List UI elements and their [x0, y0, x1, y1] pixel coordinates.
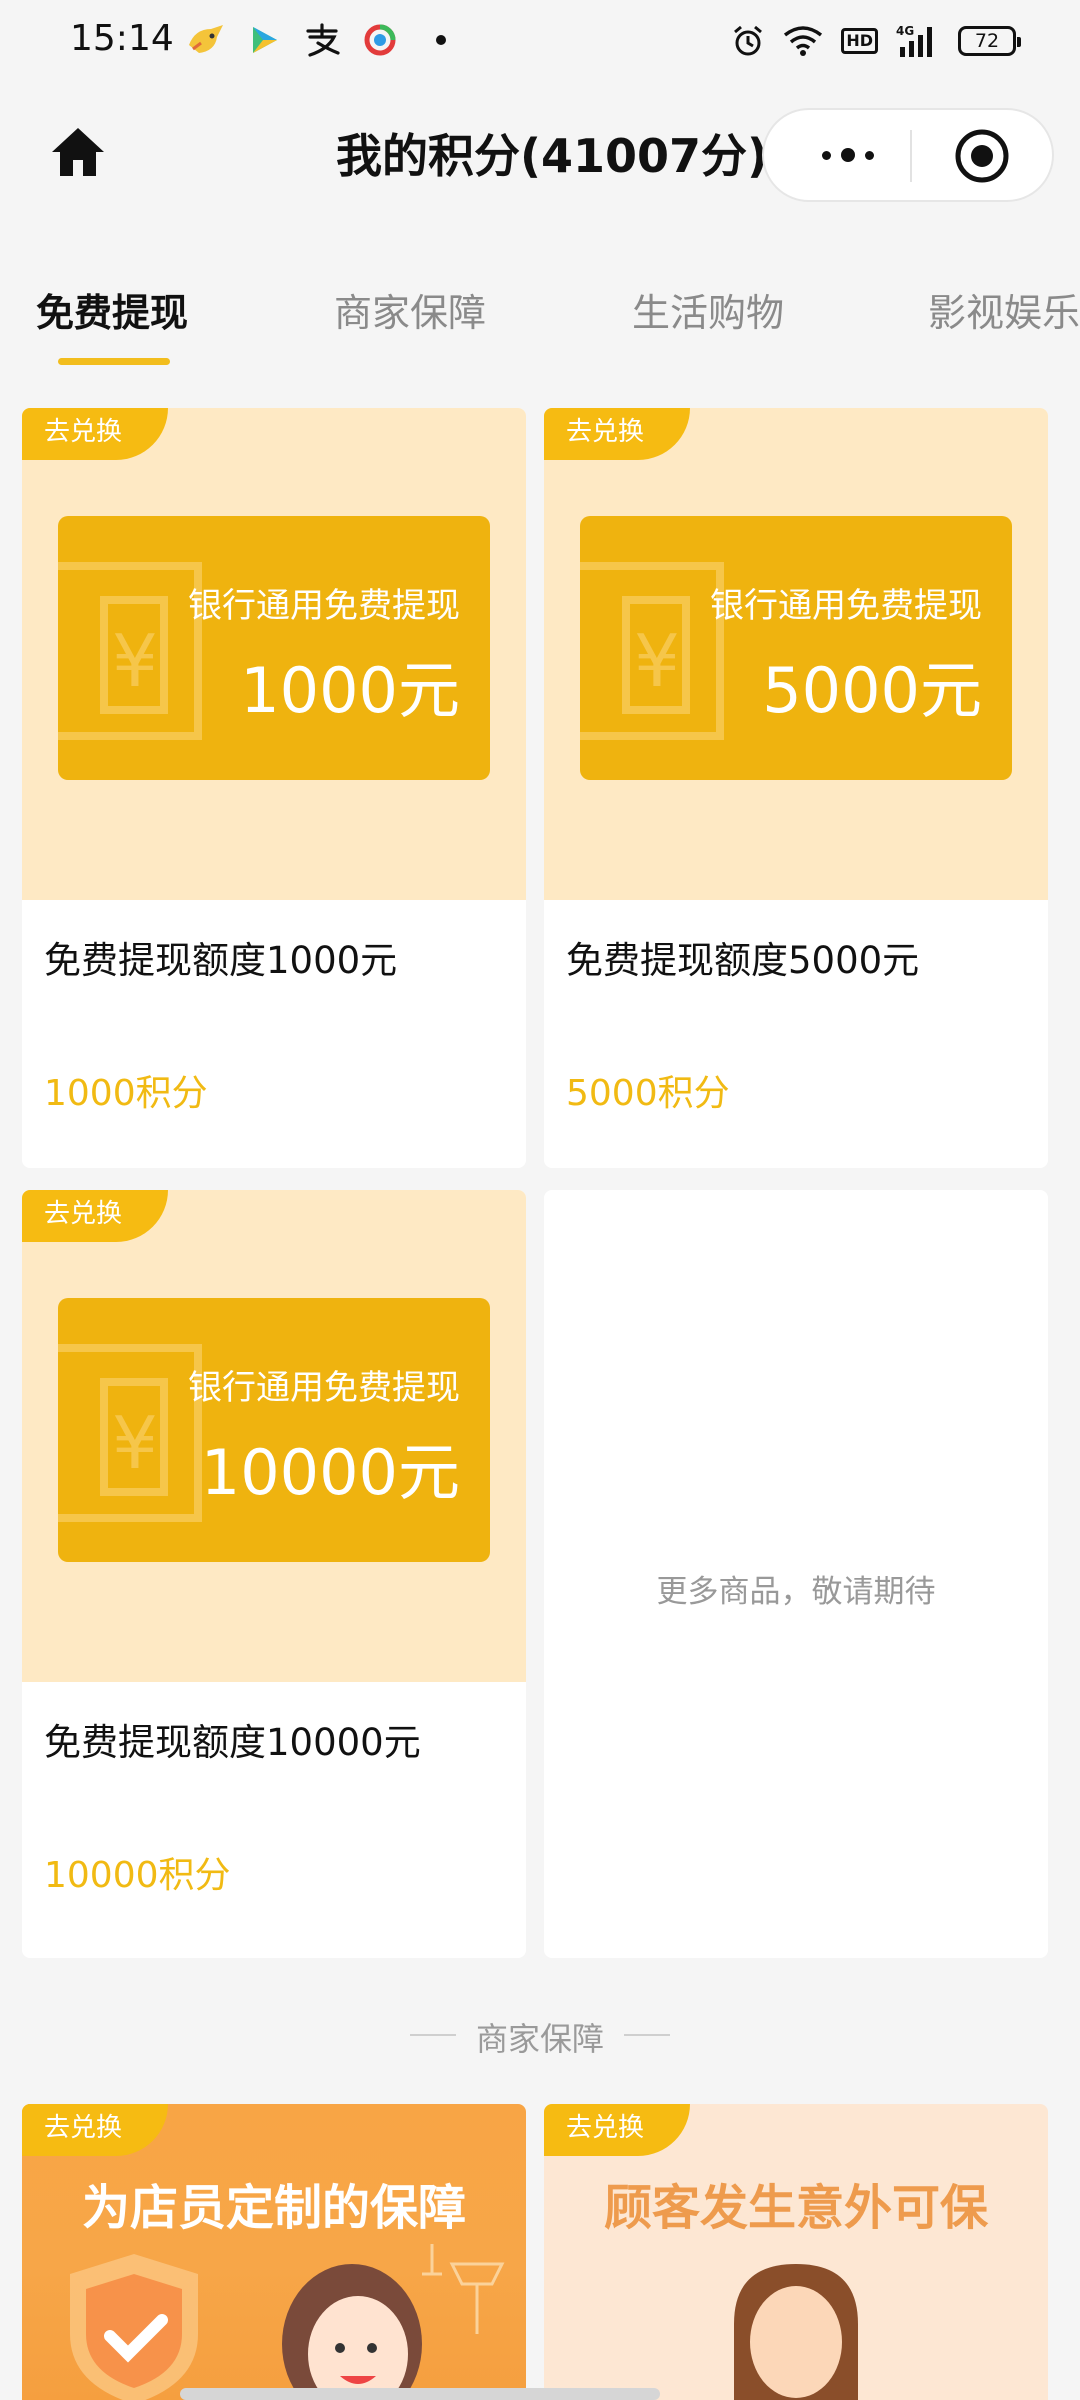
tab-film-entertainment[interactable]: 影视娱乐	[928, 282, 1080, 337]
voucher-amount: 10000元	[200, 1436, 460, 1509]
more-options-button[interactable]	[808, 110, 888, 200]
hd-icon: HD	[841, 22, 878, 60]
coming-soon-card: 更多商品，敬请期待	[544, 1190, 1048, 1958]
guarantee-card-customer[interactable]: 去兑换 顾客发生意外可保	[544, 2104, 1048, 2400]
status-indicators: HD 4G 72	[731, 22, 1021, 60]
withdrawal-voucher: ¥ 银行通用免费提现 5000元	[580, 516, 1012, 780]
svg-text:¥: ¥	[634, 619, 680, 703]
battery-icon: 72	[958, 22, 1021, 60]
section-header-merchant-guarantee: 商家保障	[0, 2010, 1080, 2060]
coming-soon-text: 更多商品，敬请期待	[656, 1574, 936, 1610]
tab-free-withdrawal[interactable]: 免费提现	[36, 282, 188, 337]
svg-text:¥: ¥	[112, 1401, 158, 1485]
notification-dot-icon	[436, 35, 446, 45]
home-indicator-bar[interactable]	[180, 2388, 660, 2400]
withdrawal-voucher: ¥ 银行通用免费提现 1000元	[58, 516, 490, 780]
tab-life-shopping[interactable]: 生活购物	[632, 282, 784, 337]
cellular-signal-icon: 4G	[896, 22, 940, 60]
yuan-bill-icon: ¥	[58, 1344, 202, 1522]
voucher-title: 银行通用免费提现	[188, 1368, 460, 1408]
target-circle-icon	[955, 129, 1009, 183]
product-image: 去兑换 ¥ 银行通用免费提现 1000元	[22, 408, 526, 900]
product-name: 免费提现额度10000元	[44, 1721, 421, 1764]
woman-avatar-icon	[282, 2264, 422, 2400]
product-image: 去兑换 ¥ 银行通用免费提现 10000元	[22, 1190, 526, 1682]
product-card-10000[interactable]: 去兑换 ¥ 银行通用免费提现 10000元 免费提现额度10000元 10000…	[22, 1190, 526, 1958]
status-time: 15:14	[70, 18, 174, 59]
capsule-divider	[910, 130, 912, 182]
withdrawal-voucher: ¥ 银行通用免费提现 10000元	[58, 1298, 490, 1562]
tab-merchant-guarantee[interactable]: 商家保障	[334, 282, 486, 337]
yuan-bill-icon: ¥	[58, 562, 202, 740]
voucher-amount: 5000元	[762, 654, 982, 727]
active-tab-indicator	[58, 358, 170, 365]
guarantee-card-staff[interactable]: 去兑换 为店员定制的保障	[22, 2104, 526, 2400]
product-price: 1000积分	[44, 1073, 208, 1114]
product-card-5000[interactable]: 去兑换 ¥ 银行通用免费提现 5000元 免费提现额度5000元 5000积分	[544, 408, 1048, 1168]
product-name: 免费提现额度5000元	[566, 939, 920, 982]
redeem-tag[interactable]: 去兑换	[22, 2104, 168, 2156]
staff-guarantee-illustration	[70, 2244, 505, 2400]
mini-program-capsule	[762, 108, 1054, 202]
product-image: 去兑换 ¥ 银行通用免费提现 5000元	[544, 408, 1048, 900]
customer-guarantee-illustration	[734, 2264, 858, 2400]
svg-text:¥: ¥	[112, 619, 158, 703]
status-app-icons	[186, 22, 446, 58]
page-title: 我的积分(41007分)	[336, 129, 769, 183]
product-price: 5000积分	[566, 1073, 730, 1114]
more-dots-icon	[822, 150, 831, 160]
product-price: 10000积分	[44, 1855, 231, 1896]
close-mini-program-button[interactable]	[952, 126, 1012, 186]
voucher-title: 银行通用免费提现	[710, 586, 982, 626]
category-tabs: 免费提现 商家保障 生活购物 影视娱乐	[0, 270, 1080, 370]
redeem-tag[interactable]: 去兑换	[22, 1190, 168, 1242]
person-avatar-icon	[734, 2264, 858, 2400]
divider-line-right	[624, 2034, 670, 2036]
redeem-tag[interactable]: 去兑换	[22, 408, 168, 460]
redeem-tag[interactable]: 去兑换	[544, 2104, 690, 2156]
yellow-bird-app-icon	[186, 22, 226, 58]
browser-app-icon	[360, 22, 400, 58]
nav-bar: 我的积分(41007分)	[0, 90, 1080, 220]
video-play-app-icon	[244, 22, 284, 58]
wifi-icon	[783, 22, 823, 60]
home-button[interactable]	[46, 120, 110, 184]
status-bar: 15:14 HD 4G 72	[0, 0, 1080, 80]
product-card-1000[interactable]: 去兑换 ¥ 银行通用免费提现 1000元 免费提现额度1000元 1000积分	[22, 408, 526, 1168]
home-icon	[52, 128, 104, 176]
section-title: 商家保障	[475, 2020, 604, 2058]
voucher-amount: 1000元	[240, 654, 460, 727]
lamp-decoration	[422, 2244, 505, 2334]
product-name: 免费提现额度1000元	[44, 939, 398, 982]
alipay-icon	[302, 22, 342, 58]
redeem-tag[interactable]: 去兑换	[544, 408, 690, 460]
voucher-title: 银行通用免费提现	[188, 586, 460, 626]
shield-check-icon	[70, 2254, 198, 2400]
yuan-bill-icon: ¥	[580, 562, 724, 740]
network-type-label: 4G	[896, 24, 914, 38]
alarm-icon	[731, 22, 765, 60]
battery-level: 72	[974, 30, 1000, 52]
